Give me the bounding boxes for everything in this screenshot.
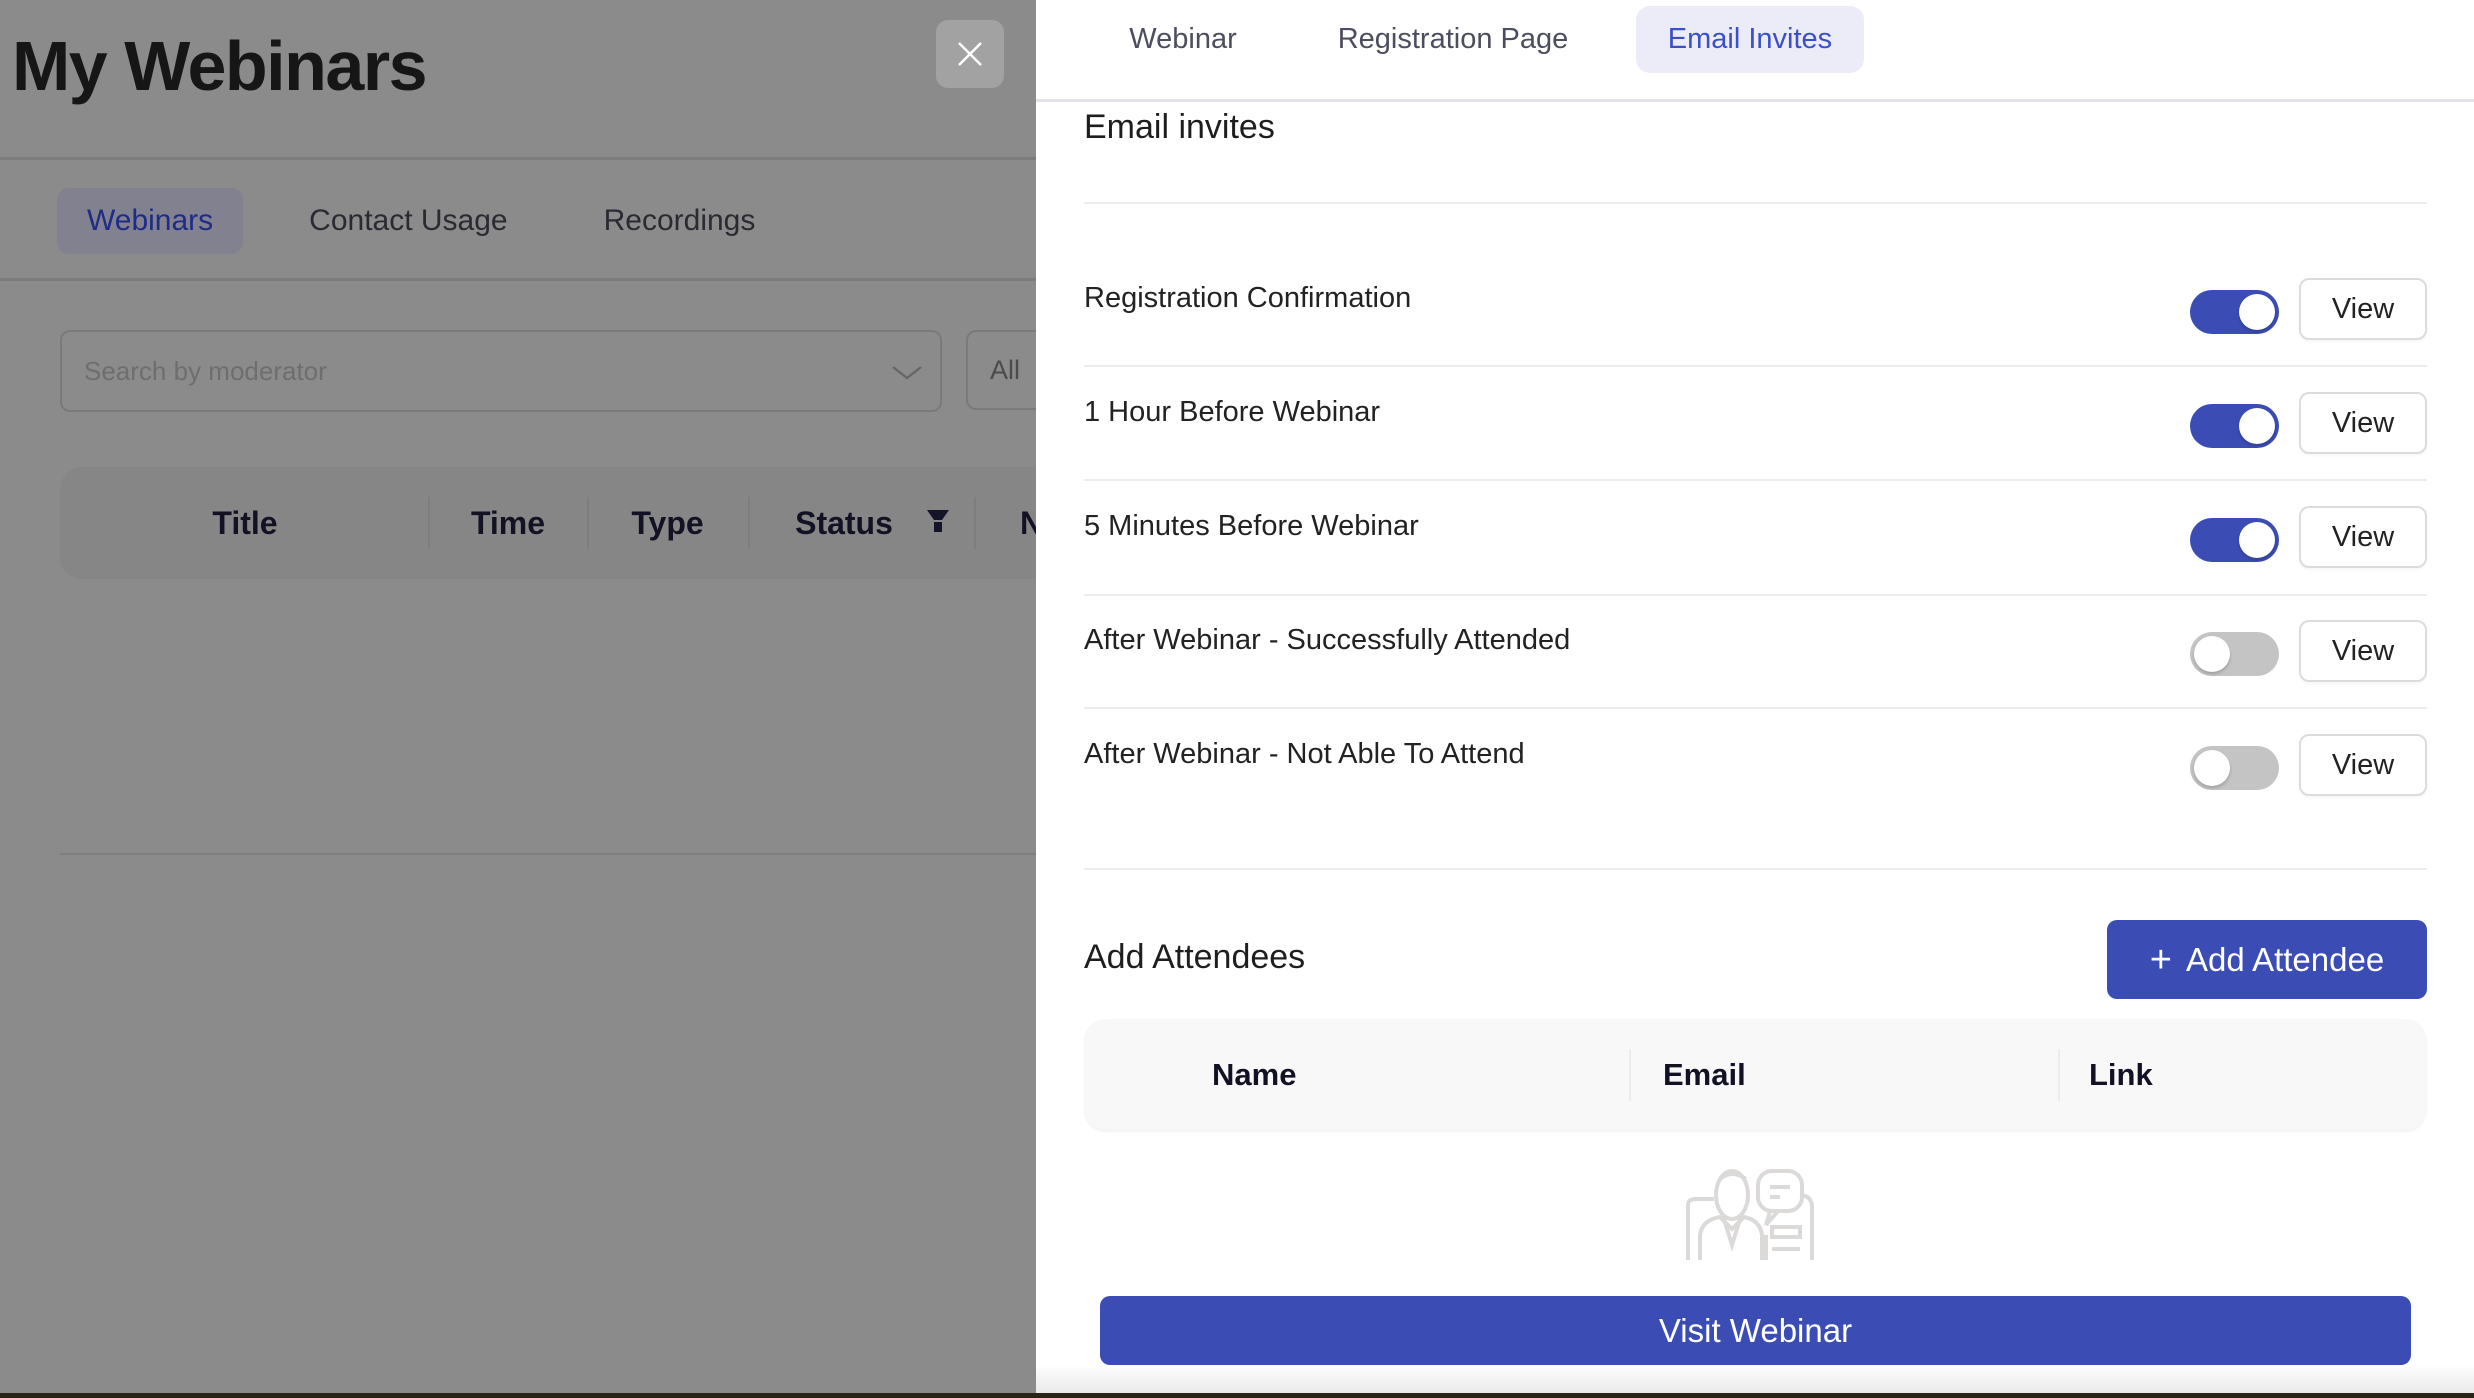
webinars-table-header: Title Time Type Status N [60,467,1060,579]
toggle-knob [2239,408,2275,444]
column-separator [2058,1049,2060,1101]
column-status[interactable]: Status [784,467,904,579]
page-title: My Webinars [12,27,428,105]
column-separator [587,497,589,549]
close-icon [958,42,982,66]
invite-label: After Webinar - Successfully Attended [1084,624,1571,656]
section-divider [1084,868,2427,870]
invite-label: After Webinar - Not Able To Attend [1084,738,1525,770]
column-time[interactable]: Time [440,467,576,579]
drawer-footer-shadow [1036,1365,2474,1393]
invite-label: 5 Minutes Before Webinar [1084,510,1419,542]
attendees-table-header: Name Email Link [1084,1019,2427,1130]
attendees-empty-icon [1686,1169,1814,1260]
toggle-knob [2239,522,2275,558]
toggle-knob [2194,750,2230,786]
plus-icon: + [2149,938,2172,981]
column-separator [974,497,976,549]
column-separator [748,497,750,549]
row-divider [1084,479,2427,481]
close-drawer-button[interactable] [936,20,1004,88]
toggle-knob [2194,636,2230,672]
invite-row-registration-confirmation: Registration Confirmation View [1084,278,2427,372]
status-filter-value: All [990,354,1021,385]
drawer-tabs-divider [1036,99,2474,102]
header-divider [0,157,1036,160]
add-attendee-button[interactable]: + Add Attendee [2107,920,2427,999]
invite-toggle[interactable] [2190,632,2279,676]
invite-label: Registration Confirmation [1084,282,1412,314]
visit-webinar-button[interactable]: Visit Webinar [1100,1296,2411,1365]
tab-registration-page[interactable]: Registration Page [1326,6,1580,73]
section-divider [1084,202,2427,204]
row-divider [1084,707,2427,709]
invite-toggle[interactable] [2190,518,2279,562]
view-button[interactable]: View [2299,734,2427,796]
add-attendee-label: Add Attendee [2186,940,2385,978]
invite-toggle[interactable] [2190,404,2279,448]
tabs-divider [0,278,1036,281]
search-placeholder: Search by moderator [84,355,327,386]
page-tabs: Webinars Contact Usage Recordings [57,188,821,254]
webinars-page: My Webinars Webinars Contact Usage Recor… [0,0,1086,1398]
column-name[interactable]: Name [1212,1019,1296,1130]
tab-recordings[interactable]: Recordings [574,188,786,254]
invite-toggle[interactable] [2190,290,2279,334]
filter-icon[interactable] [927,510,949,534]
tab-webinar[interactable]: Webinar [1128,6,1238,73]
column-email[interactable]: Email [1663,1019,1746,1130]
invite-toggle[interactable] [2190,746,2279,790]
add-attendees-title: Add Attendees [1084,938,1306,976]
invite-row-5-minutes-before: 5 Minutes Before Webinar View [1084,506,2427,600]
column-type[interactable]: Type [600,467,735,579]
tab-contact-usage[interactable]: Contact Usage [279,188,537,254]
bottom-edge [0,1393,2474,1398]
table-bottom-divider [60,853,1036,855]
row-divider [1084,594,2427,596]
view-button[interactable]: View [2299,278,2427,340]
view-button[interactable]: View [2299,620,2427,682]
invite-label: 1 Hour Before Webinar [1084,396,1381,428]
row-divider [1084,365,2427,367]
drawer-tabs: Webinar Registration Page Email Invites [1036,6,2474,73]
chevron-down-icon [891,356,923,387]
invite-row-not-able-to-attend: After Webinar - Not Able To Attend View [1084,734,2427,828]
tab-webinars[interactable]: Webinars [57,188,244,254]
column-separator [1629,1049,1631,1101]
email-invites-title: Email invites [1084,108,1275,146]
invite-row-successfully-attended: After Webinar - Successfully Attended Vi… [1084,620,2427,714]
view-button[interactable]: View [2299,506,2427,568]
column-link[interactable]: Link [2089,1019,2153,1130]
tab-email-invites[interactable]: Email Invites [1636,6,1864,73]
invite-row-1-hour-before: 1 Hour Before Webinar View [1084,392,2427,486]
view-button[interactable]: View [2299,392,2427,454]
column-title[interactable]: Title [170,467,320,579]
moderator-search-select[interactable]: Search by moderator [60,330,942,412]
column-separator [428,497,430,549]
toggle-knob [2239,294,2275,330]
